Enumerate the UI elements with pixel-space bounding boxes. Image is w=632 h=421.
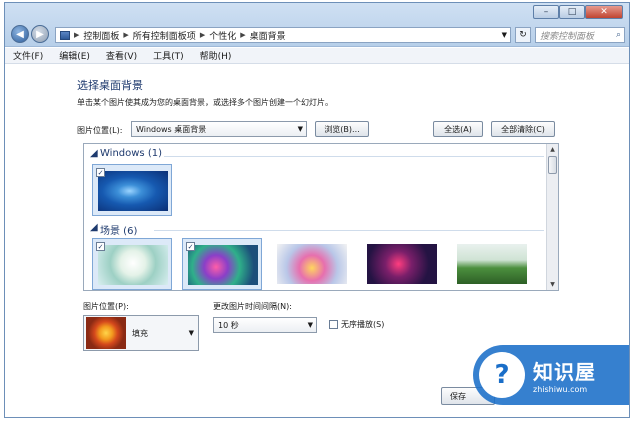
page-title: 选择桌面背景 (77, 79, 143, 92)
search-icon[interactable]: ⌕ (616, 30, 621, 40)
gallery-scrollbar[interactable]: ▲ ▼ (546, 144, 558, 290)
scene-wallpaper-image (457, 244, 527, 284)
windows-7-wallpaper-image (98, 171, 168, 211)
menu-edit[interactable]: 编辑(E) (59, 49, 90, 62)
chevron-down-icon: ▼ (297, 125, 303, 133)
menu-help[interactable]: 帮助(H) (200, 49, 232, 62)
breadcrumb-separator-icon: ▶ (74, 31, 80, 39)
wallpaper-gallery[interactable]: ◢ Windows (1) ✓ ◢ 场景 (6) ✓ ✓ ▲ ▼ (83, 143, 559, 291)
refresh-button[interactable]: ↻ (515, 27, 531, 43)
refresh-icon: ↻ (519, 30, 527, 40)
wallpaper-thumbnail[interactable] (452, 238, 532, 290)
breadcrumb-desktop-background[interactable]: 桌面背景 (250, 29, 286, 42)
forward-button[interactable]: ▶ (31, 25, 49, 43)
search-placeholder: 搜索控制面板 (540, 31, 595, 42)
wallpaper-checkbox[interactable]: ✓ (186, 242, 195, 251)
title-bar: – □ ✕ ◀ ▶ ▶ 控制面板 ▶ 所有控制面板项 ▶ 个性化 ▶ 桌面背景 … (5, 3, 629, 47)
control-panel-window: – □ ✕ ◀ ▶ ▶ 控制面板 ▶ 所有控制面板项 ▶ 个性化 ▶ 桌面背景 … (4, 2, 630, 418)
shuffle-label: 无序播放(S) (341, 320, 385, 329)
menu-bar: 文件(F) 编辑(E) 查看(V) 工具(T) 帮助(H) (5, 48, 629, 64)
minimize-button[interactable]: – (533, 5, 559, 19)
chevron-down-icon: ▼ (307, 321, 313, 329)
menu-file[interactable]: 文件(F) (13, 49, 43, 62)
interval-value: 10 秒 (218, 320, 239, 330)
breadcrumb-separator-icon: ▶ (240, 31, 246, 39)
watermark-logo: ? 知识屋 zhishiwu.com (473, 345, 629, 405)
group-divider (154, 230, 544, 231)
control-panel-icon (60, 30, 70, 40)
page-description: 单击某个图片使其成为您的桌面背景，或选择多个图片创建一个幻灯片。 (77, 98, 333, 107)
scene-wallpaper-image (188, 245, 258, 285)
scroll-up-icon[interactable]: ▲ (547, 144, 558, 155)
scene-wallpaper-image (277, 244, 347, 284)
breadcrumb-personalization[interactable]: 个性化 (209, 29, 236, 42)
group-header-scenes[interactable]: 场景 (6) (100, 222, 137, 237)
search-input[interactable]: 搜索控制面板 ⌕ (535, 27, 625, 43)
arrow-left-icon: ◀ (16, 28, 24, 40)
breadcrumb-all-items[interactable]: 所有控制面板项 (133, 29, 196, 42)
wallpaper-thumbnail[interactable]: ✓ (92, 238, 172, 290)
chevron-down-icon: ▼ (188, 329, 194, 337)
question-icon: ? (479, 352, 525, 398)
scene-wallpaper-image (98, 245, 168, 285)
close-button[interactable]: ✕ (585, 5, 623, 19)
picture-location-label: 图片位置(L): (77, 126, 123, 135)
wallpaper-thumbnail[interactable] (272, 238, 352, 290)
window-controls: – □ ✕ (533, 5, 623, 19)
select-all-button[interactable]: 全选(A) (433, 121, 483, 137)
interval-select[interactable]: 10 秒 ▼ (213, 317, 317, 333)
shuffle-checkbox[interactable] (329, 320, 338, 329)
arrow-right-icon: ▶ (36, 28, 44, 40)
scroll-down-icon[interactable]: ▼ (547, 279, 558, 290)
wallpaper-thumbnail[interactable] (362, 238, 442, 290)
watermark-brand: 知识屋 zhishiwu.com (533, 356, 596, 394)
chevron-down-icon[interactable]: ▼ (502, 31, 507, 39)
back-button[interactable]: ◀ (11, 25, 29, 43)
scene-wallpaper-image (367, 244, 437, 284)
clear-all-button[interactable]: 全部清除(C) (491, 121, 555, 137)
wallpaper-thumbnail[interactable]: ✓ (92, 164, 172, 216)
picture-location-value: Windows 桌面背景 (136, 124, 207, 134)
position-preview-image (86, 317, 126, 349)
watermark-title: 知识屋 (533, 360, 596, 384)
picture-position-value: 填充 (132, 328, 148, 338)
group-divider (164, 156, 544, 157)
menu-tools[interactable]: 工具(T) (153, 49, 184, 62)
browse-button[interactable]: 浏览(B)... (315, 121, 369, 137)
wallpaper-checkbox[interactable]: ✓ (96, 242, 105, 251)
maximize-button[interactable]: □ (559, 5, 585, 19)
menu-view[interactable]: 查看(V) (106, 49, 137, 62)
breadcrumb-separator-icon: ▶ (123, 31, 129, 39)
wallpaper-thumbnail[interactable]: ✓ (182, 238, 262, 290)
picture-position-select[interactable]: 填充 ▼ (83, 315, 199, 351)
wallpaper-checkbox[interactable]: ✓ (96, 168, 105, 177)
group-toggle-icon[interactable]: ◢ (90, 148, 98, 159)
group-toggle-icon[interactable]: ◢ (90, 222, 98, 233)
scrollbar-thumb[interactable] (548, 156, 557, 174)
watermark-url: zhishiwu.com (533, 385, 588, 394)
address-bar[interactable]: ▶ 控制面板 ▶ 所有控制面板项 ▶ 个性化 ▶ 桌面背景 ▼ (55, 27, 511, 43)
breadcrumb-control-panel[interactable]: 控制面板 (83, 29, 119, 42)
interval-label: 更改图片时间间隔(N): (213, 302, 292, 311)
picture-position-label: 图片位置(P): (83, 302, 129, 311)
picture-location-select[interactable]: Windows 桌面背景 ▼ (131, 121, 307, 137)
group-header-windows[interactable]: Windows (1) (100, 148, 162, 159)
breadcrumb-separator-icon: ▶ (199, 31, 206, 39)
